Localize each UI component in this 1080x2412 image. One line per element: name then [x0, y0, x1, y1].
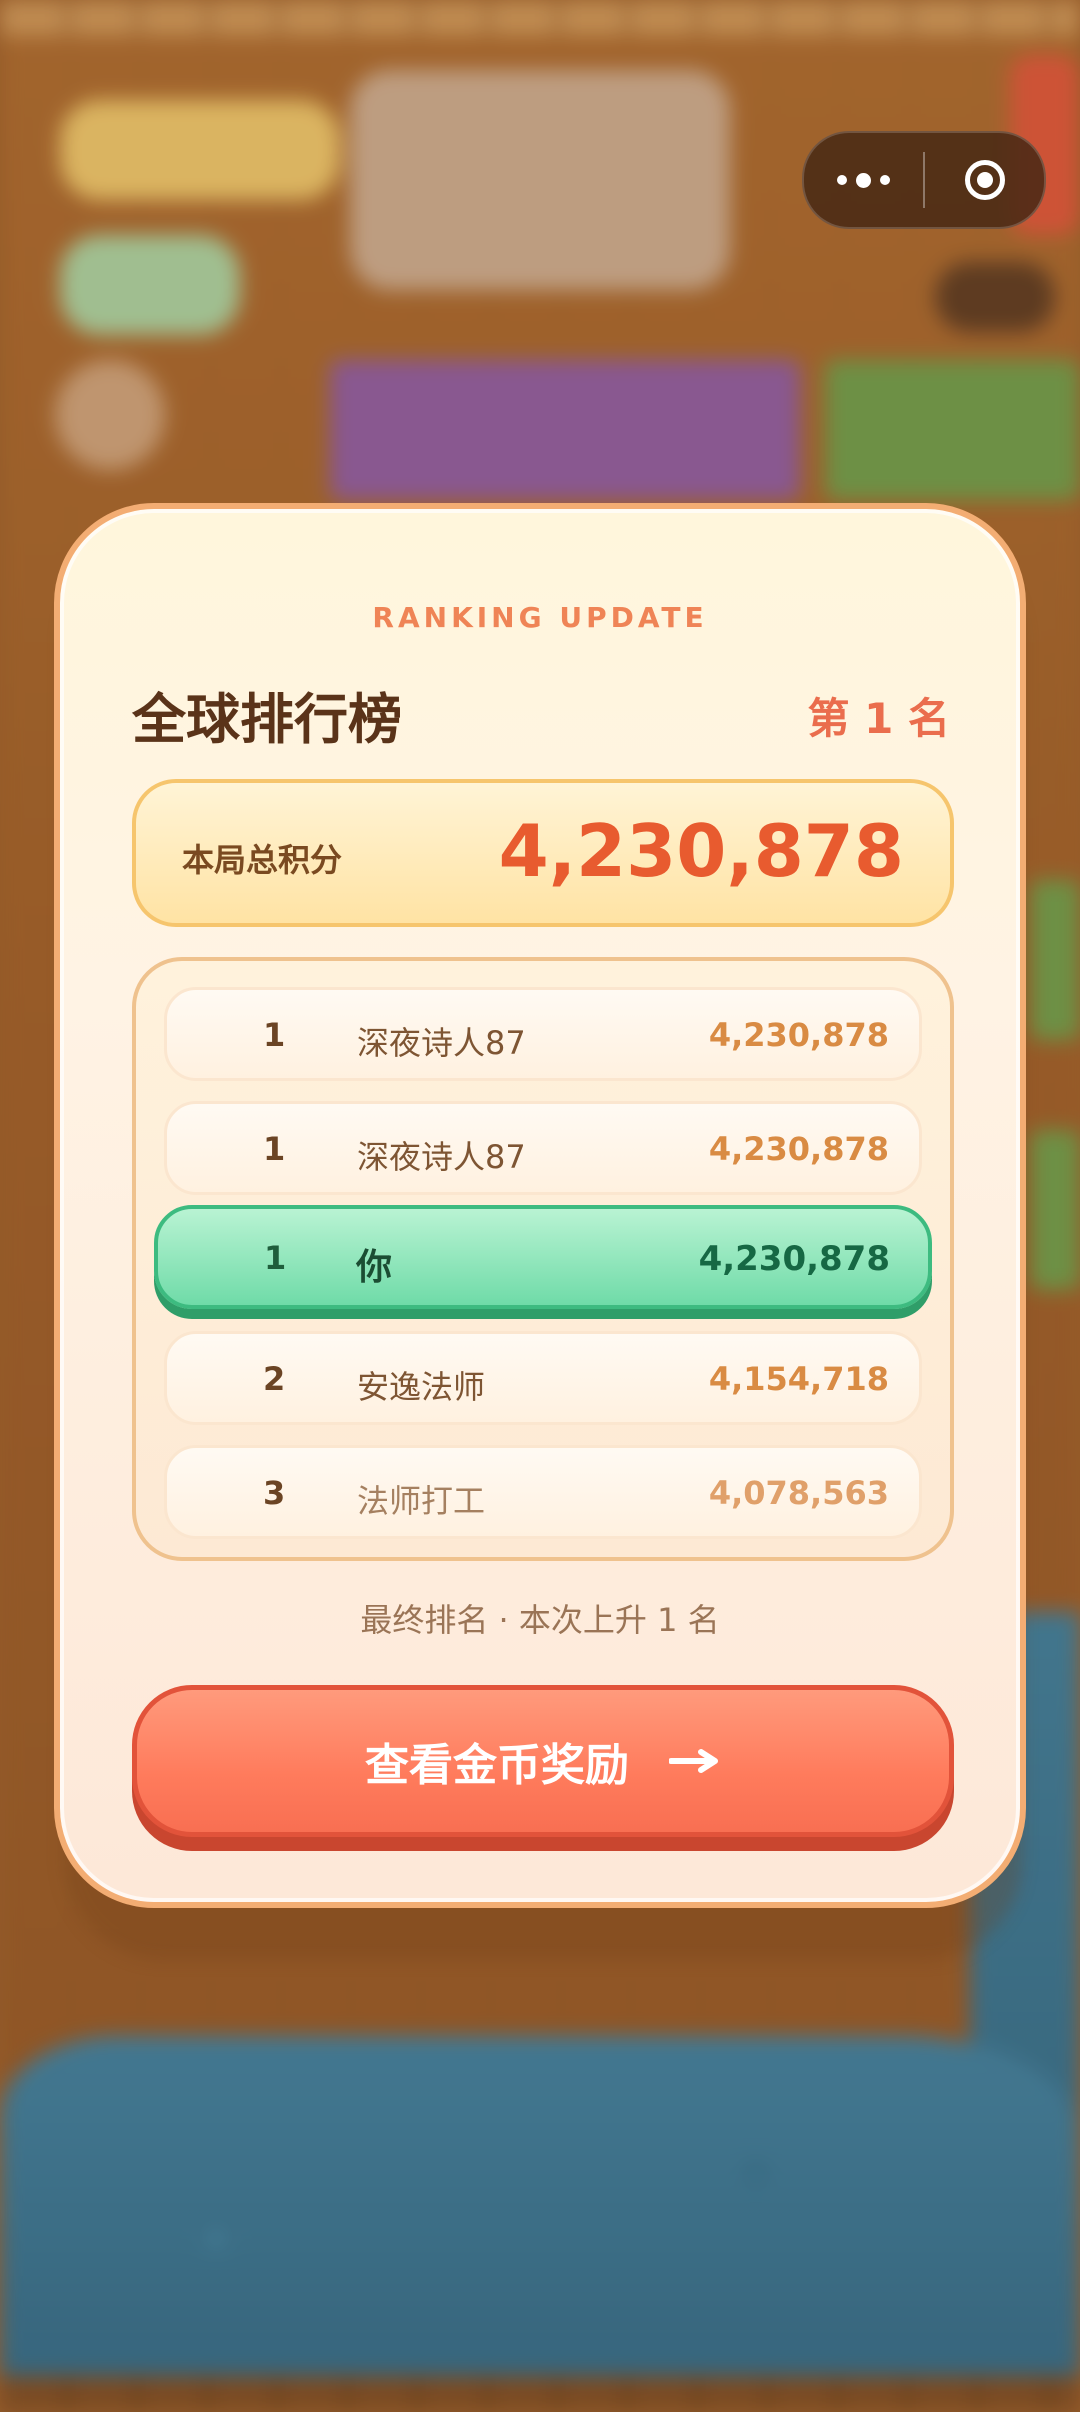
ranking-modal: RANKING UPDATE 全球排行榜 第 1 名 本局总积分 4,230,8… — [54, 503, 1026, 1908]
view-rewards-label: 查看金币奖励 — [365, 1740, 629, 1791]
miniprogram-capsule — [802, 131, 1046, 229]
row-player-name: 深夜诗人87 — [357, 1024, 526, 1062]
row-rank: 1 — [263, 1130, 286, 1168]
view-rewards-button[interactable]: 查看金币奖励 — [132, 1685, 954, 1837]
total-score-value: 4,230,878 — [498, 809, 904, 893]
total-score-box: 本局总积分 4,230,878 — [132, 779, 954, 927]
row-score: 4,230,878 — [698, 1239, 890, 1279]
row-score: 4,078,563 — [708, 1474, 889, 1512]
game-screen: RANKING UPDATE 全球排行榜 第 1 名 本局总积分 4,230,8… — [0, 0, 1080, 2412]
row-rank: 1 — [263, 1016, 286, 1054]
close-miniprogram-button[interactable] — [925, 133, 1044, 227]
modal-title: 全球排行榜 — [132, 688, 402, 751]
row-player-name: 安逸法师 — [357, 1368, 486, 1406]
row-score: 4,154,718 — [708, 1360, 889, 1398]
row-rank: 1 — [264, 1239, 287, 1277]
leaderboard-row: 2 安逸法师 4,154,718 — [164, 1331, 922, 1425]
target-circle-icon — [964, 160, 1005, 200]
rank-label: 第 1 名 — [807, 694, 950, 743]
total-score-label: 本局总积分 — [182, 841, 343, 879]
more-button[interactable] — [804, 133, 923, 227]
modal-kicker: RANKING UPDATE — [372, 601, 708, 634]
view-rewards-button-wrap: 查看金币奖励 — [132, 1685, 954, 1851]
row-score: 4,230,878 — [708, 1130, 889, 1168]
leaderboard-row-current-player: 1 你 4,230,878 — [154, 1205, 932, 1309]
row-rank: 3 — [263, 1474, 286, 1512]
rank-change-note: 最终排名 · 本次上升 1 名 — [360, 1601, 720, 1639]
row-rank: 2 — [263, 1360, 286, 1398]
arrow-right-icon — [669, 1749, 718, 1773]
leaderboard-row: 1 深夜诗人87 4,230,878 — [164, 1101, 922, 1195]
leaderboard-list: 1 深夜诗人87 4,230,878 1 深夜诗人87 4,230,878 1 … — [132, 957, 954, 1561]
row-player-name: 你 — [356, 1247, 393, 1288]
row-player-name: 深夜诗人87 — [357, 1138, 526, 1176]
row-player-name: 法师打工 — [357, 1482, 486, 1520]
leaderboard-row: 1 深夜诗人87 4,230,878 — [164, 987, 922, 1081]
more-dots-icon — [837, 172, 890, 188]
row-score: 4,230,878 — [708, 1016, 889, 1054]
leaderboard-row: 3 法师打工 4,078,563 — [164, 1445, 922, 1539]
